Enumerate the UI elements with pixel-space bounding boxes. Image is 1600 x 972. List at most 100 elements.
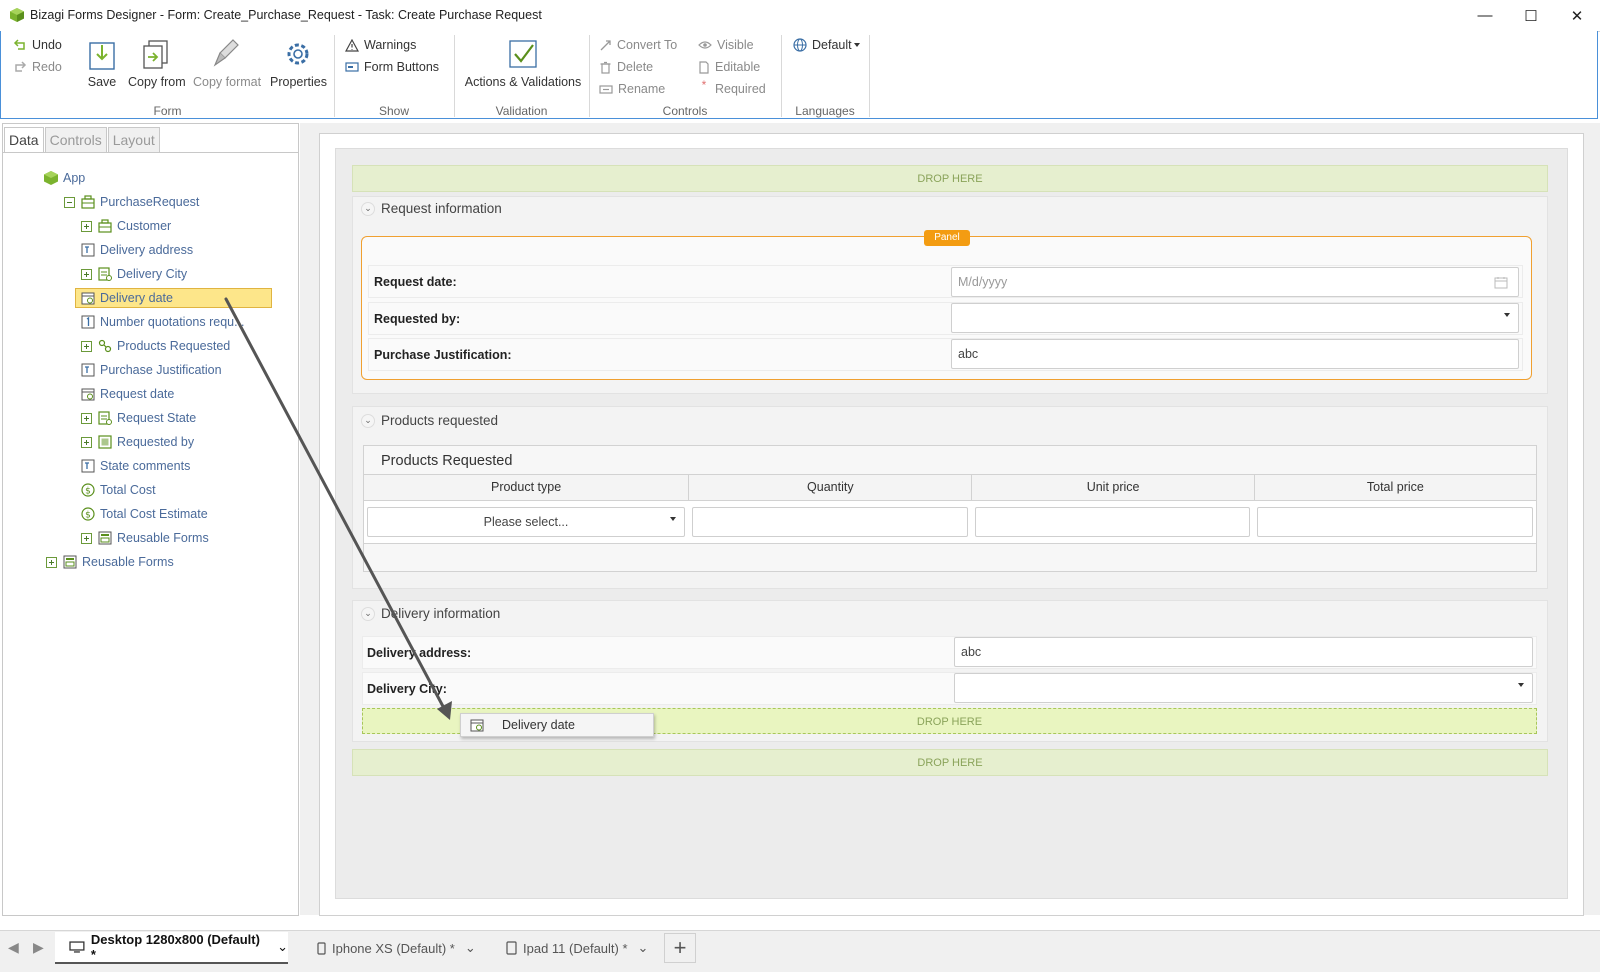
tree-node-delivery-city[interactable]: Delivery City xyxy=(81,262,187,286)
actions-validations-button[interactable]: Actions & Validations xyxy=(463,37,583,89)
grid-column-header[interactable]: Product type xyxy=(364,475,690,500)
undo-icon xyxy=(13,39,25,50)
tab-layout[interactable]: Layout xyxy=(107,127,160,152)
expand-toggle[interactable] xyxy=(81,412,92,424)
tab-data[interactable]: Data xyxy=(4,127,44,153)
tab-controls[interactable]: Controls xyxy=(44,127,107,152)
total-price-input[interactable] xyxy=(1257,507,1533,537)
tree-node-delivery-date[interactable]: Delivery date xyxy=(75,286,272,310)
tree-label: Total Cost xyxy=(100,483,156,497)
calendar-icon[interactable] xyxy=(1494,276,1508,289)
tab-label: Iphone XS (Default) * xyxy=(332,940,455,956)
group-header-products[interactable]: ⌄ Products requested xyxy=(361,413,498,428)
save-icon xyxy=(89,42,115,70)
tree-node-total-cost-estimate[interactable]: $ Total Cost Estimate xyxy=(81,502,208,526)
date-attribute-icon xyxy=(470,719,484,732)
group-header-delivery[interactable]: ⌄ Delivery information xyxy=(361,606,500,621)
drop-zone-bottom[interactable]: DROP HERE xyxy=(352,749,1548,776)
convert-to-button[interactable]: Convert To xyxy=(599,38,677,52)
editable-button[interactable]: Editable xyxy=(698,60,760,74)
collapse-toggle[interactable] xyxy=(64,196,75,208)
warnings-label: Warnings xyxy=(364,38,417,52)
text-attribute-icon xyxy=(81,459,95,473)
copy-format-button[interactable]: Copy format xyxy=(193,37,261,89)
expand-toggle[interactable] xyxy=(81,340,92,352)
tree-node-purchase-justification[interactable]: Purchase Justification xyxy=(81,358,222,382)
purchase-justification-input[interactable]: abc xyxy=(951,339,1519,369)
redo-button[interactable]: Redo xyxy=(13,60,62,74)
tree-node-total-cost[interactable]: $ Total Cost xyxy=(81,478,156,502)
currency-attribute-icon: $ xyxy=(81,507,95,521)
chevron-down-icon[interactable]: ⌄ xyxy=(277,939,288,955)
tree-node-request-date[interactable]: Request date xyxy=(81,382,174,406)
request-date-input[interactable]: M/d/yyyy xyxy=(951,267,1519,297)
form-buttons-button[interactable]: Form Buttons xyxy=(345,60,439,74)
properties-button[interactable]: Properties xyxy=(270,37,327,89)
undo-button[interactable]: Undo xyxy=(13,38,62,52)
scroll-left-icon[interactable]: ◀ xyxy=(8,939,19,956)
expand-toggle[interactable] xyxy=(81,532,92,544)
tree-node-requested-by[interactable]: Requested by xyxy=(81,430,194,454)
tree-node-root-reusable-forms[interactable]: Reusable Forms xyxy=(46,550,174,574)
tree-node-purchaserequest[interactable]: PurchaseRequest xyxy=(64,190,199,214)
delivery-address-input[interactable]: abc xyxy=(954,637,1533,667)
save-label: Save xyxy=(87,75,117,89)
drag-ghost-delivery-date[interactable]: Delivery date xyxy=(460,713,654,737)
expand-toggle[interactable] xyxy=(81,268,92,280)
form-buttons-icon xyxy=(345,62,359,72)
rename-button[interactable]: Rename xyxy=(599,82,665,96)
convert-to-label: Convert To xyxy=(617,38,678,52)
requested-by-dropdown[interactable] xyxy=(951,303,1519,333)
chevron-down-icon xyxy=(853,43,860,47)
grid-column-header[interactable]: Quantity xyxy=(689,475,973,500)
grid-title: Products Requested xyxy=(381,453,513,469)
quantity-input[interactable] xyxy=(692,507,968,537)
tree-label: Purchase Justification xyxy=(100,363,222,377)
unit-price-input[interactable] xyxy=(975,507,1250,537)
forms-icon xyxy=(98,531,112,545)
visible-button[interactable]: Visible xyxy=(698,38,754,52)
tree-node-reusable-forms[interactable]: Reusable Forms xyxy=(81,526,209,550)
chevron-down-icon[interactable]: ⌄ xyxy=(465,940,476,956)
tree-node-number-quotations[interactable]: Number quotations requ... xyxy=(81,310,245,334)
chevron-down-icon[interactable]: ⌄ xyxy=(638,940,649,956)
desktop-icon xyxy=(69,941,85,953)
group-title: Products requested xyxy=(381,413,499,428)
language-dropdown[interactable]: Default xyxy=(793,38,860,52)
tree-node-request-state[interactable]: Request State xyxy=(81,406,196,430)
maximize-button[interactable]: ☐ xyxy=(1508,0,1554,31)
expand-toggle[interactable] xyxy=(81,436,92,448)
required-asterisk-icon: * xyxy=(701,78,707,92)
grid-column-header[interactable]: Unit price xyxy=(972,475,1255,500)
warnings-button[interactable]: Warnings xyxy=(345,38,416,52)
group-header-request[interactable]: ⌄ Request information xyxy=(361,201,502,216)
tree-label: Number quotations requ... xyxy=(100,315,245,329)
drop-zone-top[interactable]: DROP HERE xyxy=(352,165,1548,192)
copy-from-button[interactable]: Copy from xyxy=(128,37,186,89)
rename-icon xyxy=(599,84,613,94)
grid-column-header[interactable]: Total price xyxy=(1255,475,1536,500)
close-button[interactable]: ✕ xyxy=(1554,0,1600,31)
expand-toggle[interactable] xyxy=(46,556,57,568)
tab-iphone[interactable]: Iphone XS (Default) * ⌄ xyxy=(297,932,477,964)
date-placeholder: M/d/yyyy xyxy=(958,275,1008,289)
product-type-dropdown[interactable]: Please select... xyxy=(367,507,685,537)
field-label: Delivery City: xyxy=(367,682,447,696)
tree-node-products-requested[interactable]: Products Requested xyxy=(81,334,230,358)
languages-group-label: Languages xyxy=(795,104,855,118)
save-button[interactable]: Save xyxy=(87,37,117,89)
properties-label: Properties xyxy=(270,75,327,89)
scroll-right-icon[interactable]: ▶ xyxy=(33,939,44,956)
tree-node-state-comments[interactable]: State comments xyxy=(81,454,190,478)
delivery-city-dropdown[interactable] xyxy=(954,673,1533,703)
tab-desktop[interactable]: Desktop 1280x800 (Default) * ⌄ xyxy=(55,932,288,964)
minimize-button[interactable]: — xyxy=(1462,0,1508,31)
tree-node-customer[interactable]: Customer xyxy=(81,214,171,238)
expand-toggle[interactable] xyxy=(81,220,92,232)
tree-node-delivery-address[interactable]: Delivery address xyxy=(81,238,193,262)
delete-button[interactable]: Delete xyxy=(599,60,653,74)
tab-ipad[interactable]: Ipad 11 (Default) * ⌄ xyxy=(486,932,654,964)
required-button[interactable]: * Required xyxy=(698,78,766,96)
tree-node-app[interactable]: App xyxy=(44,166,85,190)
add-device-button[interactable]: + xyxy=(664,933,696,963)
